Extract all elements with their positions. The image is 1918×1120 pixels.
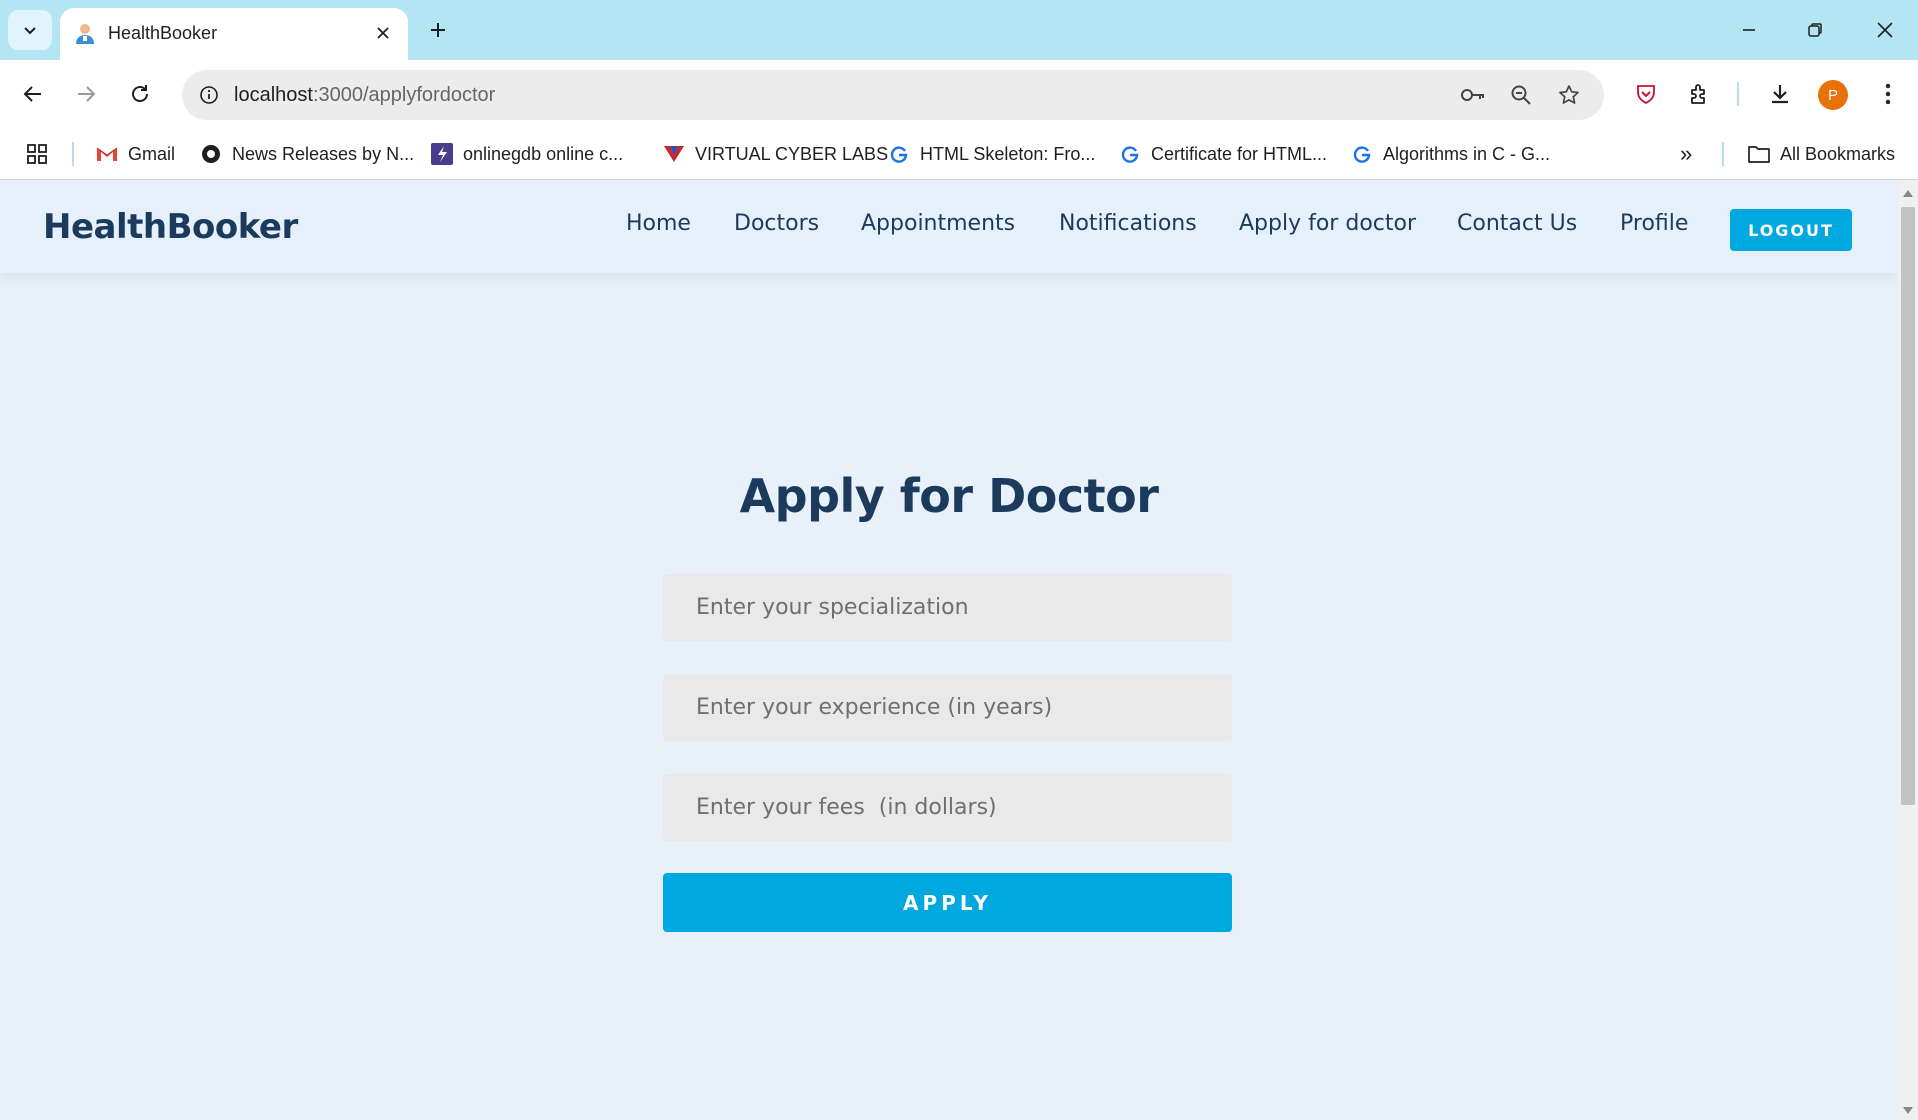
toolbar-divider — [1737, 82, 1739, 106]
close-icon — [377, 27, 389, 39]
browser-tab[interactable]: HealthBooker — [60, 8, 408, 60]
minimize-button[interactable] — [1722, 8, 1776, 52]
new-tab-button[interactable] — [420, 12, 456, 48]
specialization-input[interactable] — [663, 574, 1232, 641]
tab-close-button[interactable] — [368, 18, 398, 48]
bookmark-label: All Bookmarks — [1780, 143, 1896, 164]
bookmarks-divider — [1722, 142, 1724, 166]
nav-doctors[interactable]: Doctors — [734, 211, 819, 236]
close-icon — [1877, 22, 1893, 38]
bookmark-star-icon[interactable] — [1554, 80, 1584, 110]
cyber-labs-icon — [663, 143, 685, 165]
bookmark-label: News Releases by N... — [232, 143, 415, 164]
experience-input[interactable] — [663, 674, 1232, 741]
plus-icon — [431, 23, 445, 37]
arrow-left-icon — [23, 86, 41, 102]
folder-icon — [1748, 143, 1770, 165]
onlinegdb-icon — [431, 143, 453, 165]
url-host: localhost — [234, 84, 313, 106]
doctor-favicon-icon — [76, 24, 94, 44]
bookmark-onlinegdb[interactable]: onlinegdb online c... — [431, 140, 623, 168]
restore-icon — [1808, 23, 1822, 37]
bookmark-news-releases[interactable]: News Releases by N... — [200, 140, 414, 168]
url-text[interactable]: localhost:3000/applyfordoctor — [234, 84, 495, 107]
reload-button[interactable] — [122, 76, 158, 112]
nav-contact-us[interactable]: Contact Us — [1457, 211, 1577, 236]
tab-search-button[interactable] — [8, 10, 52, 50]
minimize-icon — [1743, 29, 1755, 31]
back-button[interactable] — [15, 76, 51, 112]
bookmarks-divider — [72, 142, 74, 166]
kebab-menu-icon[interactable] — [1870, 76, 1906, 112]
apps-grid-button[interactable] — [26, 140, 48, 168]
scroll-up-arrow-icon[interactable] — [1903, 190, 1913, 197]
close-window-button[interactable] — [1858, 8, 1912, 52]
site-logo[interactable]: HealthBooker — [43, 207, 298, 247]
profile-avatar[interactable]: P — [1818, 80, 1848, 110]
bookmark-label: Algorithms in C - G... — [1383, 143, 1551, 164]
all-bookmarks-button[interactable]: All Bookmarks — [1748, 140, 1895, 168]
gmail-icon — [96, 143, 118, 165]
browser-tab-strip: HealthBooker — [0, 0, 1918, 60]
arrow-right-icon — [78, 86, 96, 102]
bookmark-label: Certificate for HTML... — [1151, 143, 1328, 164]
apply-button[interactable]: APPLY — [663, 873, 1232, 932]
downloads-icon[interactable] — [1762, 76, 1798, 112]
bookmark-gmail[interactable]: Gmail — [96, 140, 175, 168]
nav-notifications[interactable]: Notifications — [1059, 211, 1197, 236]
extensions-puzzle-icon[interactable] — [1682, 76, 1718, 112]
address-bar[interactable]: localhost:3000/applyfordoctor — [182, 70, 1604, 120]
bookmark-algorithms-in-c[interactable]: Algorithms in C - G... — [1351, 140, 1550, 168]
reload-icon — [132, 85, 148, 102]
site-info-icon[interactable] — [194, 80, 224, 110]
form-title: Apply for Doctor — [739, 469, 1159, 523]
g-icon — [1351, 143, 1373, 165]
bookmarks-overflow-button[interactable]: » — [1680, 140, 1692, 168]
bookmarks-bar: Gmail News Releases by N... onlinegdb on… — [0, 128, 1918, 180]
chevron-down-icon — [24, 27, 36, 35]
restore-button[interactable] — [1788, 8, 1842, 52]
nav-home[interactable]: Home — [626, 211, 691, 236]
forward-button[interactable] — [68, 76, 104, 112]
nav-appointments[interactable]: Appointments — [861, 211, 1015, 236]
g-icon — [1119, 143, 1141, 165]
bookmark-label: VIRTUAL CYBER LABS — [695, 143, 889, 164]
fees-input[interactable] — [663, 774, 1232, 841]
password-key-icon[interactable] — [1458, 80, 1488, 110]
scroll-down-arrow-icon[interactable] — [1903, 1107, 1913, 1114]
apps-grid-icon — [27, 144, 47, 164]
bookmark-html-skeleton[interactable]: HTML Skeleton: Fro... — [888, 140, 1095, 168]
g-icon — [888, 143, 910, 165]
page-scrollbar[interactable] — [1898, 181, 1918, 1120]
bookmark-label: Gmail — [128, 143, 176, 164]
bookmark-label: onlinegdb online c... — [463, 143, 624, 164]
nav-profile[interactable]: Profile — [1620, 211, 1688, 236]
page-viewport: HealthBooker Home Doctors Appointments N… — [0, 181, 1898, 1120]
url-path: :3000/applyfordoctor — [312, 84, 496, 106]
news-icon — [200, 143, 222, 165]
scrollbar-thumb[interactable] — [1901, 207, 1915, 805]
tab-title: HealthBooker — [108, 23, 218, 43]
nav-apply-for-doctor[interactable]: Apply for doctor — [1239, 211, 1416, 236]
browser-toolbar: localhost:3000/applyfordoctor P — [0, 60, 1918, 128]
bookmark-virtual-cyber-labs[interactable]: VIRTUAL CYBER LABS — [663, 140, 888, 168]
bookmark-label: HTML Skeleton: Fro... — [920, 143, 1096, 164]
extension-shield-icon[interactable] — [1628, 76, 1664, 112]
site-header: HealthBooker Home Doctors Appointments N… — [0, 181, 1898, 273]
zoom-icon[interactable] — [1506, 80, 1536, 110]
bookmark-certificate-html[interactable]: Certificate for HTML... — [1119, 140, 1327, 168]
logout-button[interactable]: LOGOUT — [1730, 209, 1852, 251]
